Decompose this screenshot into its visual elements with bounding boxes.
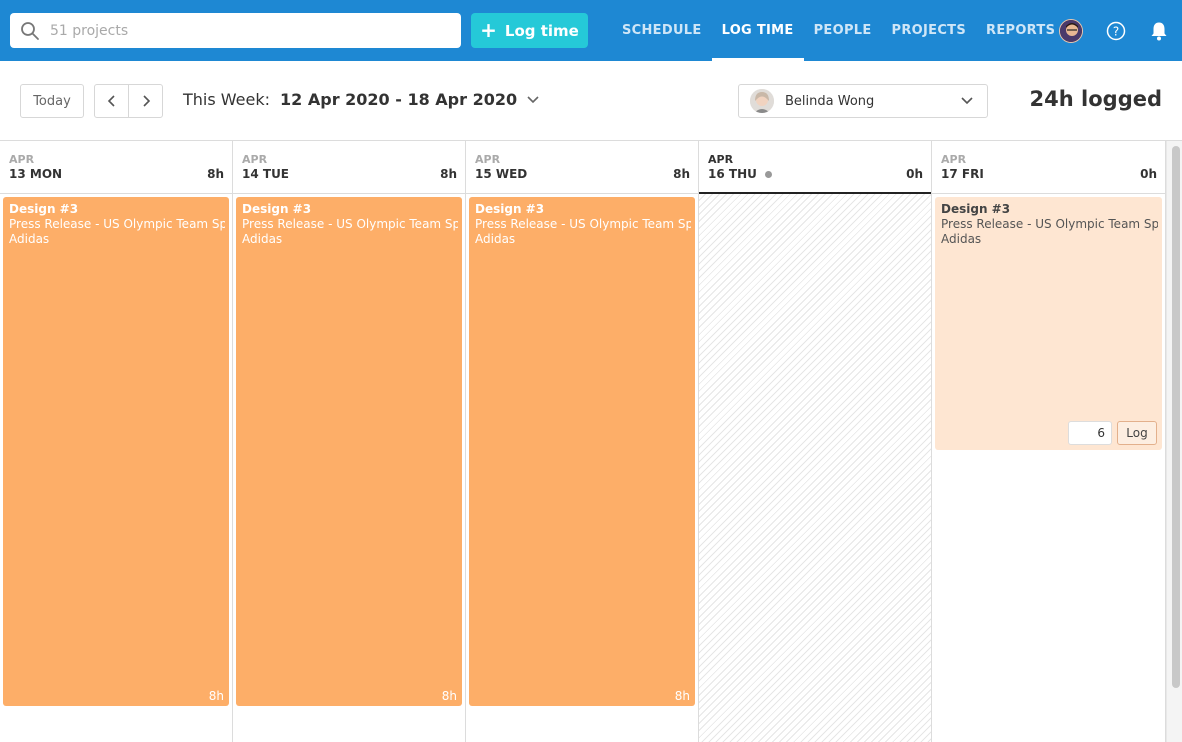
entry-client: Adidas bbox=[9, 232, 50, 246]
nav-projects[interactable]: PROJECTS bbox=[882, 0, 976, 61]
day-body: Design #3 Press Release - US Olympic Tea… bbox=[932, 194, 1165, 742]
scrollbar-thumb[interactable] bbox=[1172, 146, 1180, 688]
person-select[interactable]: Belinda Wong bbox=[738, 84, 988, 118]
day-label: 13 MON bbox=[9, 167, 63, 181]
avatar[interactable] bbox=[1059, 19, 1083, 43]
day-hours: 0h bbox=[906, 167, 923, 181]
scrollbar[interactable] bbox=[1166, 141, 1182, 742]
log-button[interactable]: Log bbox=[1117, 421, 1157, 445]
day-hours: 8h bbox=[440, 167, 457, 181]
day-label: 17 FRI bbox=[941, 167, 984, 181]
day-header: APR 17 FRI 0h bbox=[932, 141, 1165, 194]
today-button[interactable]: Today bbox=[20, 84, 84, 118]
project-search[interactable] bbox=[10, 13, 461, 48]
day-column-fri: APR 17 FRI 0h Design #3 Press Release - … bbox=[932, 141, 1166, 742]
day-body[interactable] bbox=[699, 194, 931, 742]
day-month: APR bbox=[941, 153, 967, 166]
entry-title: Design #3 bbox=[475, 202, 545, 216]
day-month: APR bbox=[9, 153, 35, 166]
time-entry[interactable]: Design #3 Press Release - US Olympic Tea… bbox=[469, 197, 695, 706]
day-label: 14 TUE bbox=[242, 167, 290, 181]
search-icon bbox=[21, 22, 39, 40]
time-entry[interactable]: Design #3 Press Release - US Olympic Tea… bbox=[3, 197, 229, 706]
day-header: APR 16 THU 0h bbox=[699, 141, 931, 194]
chevron-down-icon bbox=[961, 97, 973, 105]
time-entry[interactable]: Design #3 Press Release - US Olympic Tea… bbox=[236, 197, 462, 706]
entry-client: Adidas bbox=[941, 232, 982, 246]
day-label-wrapper: 16 THU bbox=[708, 167, 772, 181]
entry-project: Press Release - US Olympic Team Sponsors… bbox=[475, 217, 691, 231]
week-selector[interactable]: This Week: 12 Apr 2020 - 18 Apr 2020 bbox=[183, 90, 539, 109]
week-calendar: APR 13 MON 8h Design #3 Press Release - … bbox=[0, 140, 1182, 742]
nav-log-time[interactable]: LOG TIME bbox=[711, 0, 804, 61]
day-column-thu: APR 16 THU 0h bbox=[699, 141, 932, 742]
day-column-tue: APR 14 TUE 8h Design #3 Press Release - … bbox=[233, 141, 466, 742]
entry-client: Adidas bbox=[242, 232, 283, 246]
chevron-down-icon[interactable] bbox=[527, 95, 539, 104]
day-label: 15 WED bbox=[475, 167, 528, 181]
entry-project: Press Release - US Olympic Team Sponsors… bbox=[941, 217, 1158, 231]
day-header: APR 14 TUE 8h bbox=[233, 141, 465, 194]
main-nav: SCHEDULE LOG TIME PEOPLE PROJECTS REPORT… bbox=[612, 0, 1065, 61]
nav-people[interactable]: PEOPLE bbox=[804, 0, 882, 61]
top-navbar: + Log time SCHEDULE LOG TIME PEOPLE PROJ… bbox=[0, 0, 1182, 61]
entry-client: Adidas bbox=[475, 232, 516, 246]
chevron-left-icon bbox=[107, 95, 115, 107]
log-hours-input[interactable] bbox=[1068, 421, 1112, 445]
entry-title: Design #3 bbox=[242, 202, 312, 216]
week-navigation bbox=[94, 84, 163, 118]
time-entry-pending[interactable]: Design #3 Press Release - US Olympic Tea… bbox=[935, 197, 1162, 450]
entry-project: Press Release - US Olympic Team Sponsors… bbox=[9, 217, 225, 231]
week-range: 12 Apr 2020 - 18 Apr 2020 bbox=[280, 90, 518, 109]
day-header: APR 13 MON 8h bbox=[0, 141, 232, 194]
nav-schedule[interactable]: SCHEDULE bbox=[612, 0, 712, 61]
day-hours: 0h bbox=[1140, 167, 1157, 181]
previous-week-button[interactable] bbox=[95, 85, 128, 117]
nav-reports[interactable]: REPORTS bbox=[976, 0, 1065, 61]
day-body: Design #3 Press Release - US Olympic Tea… bbox=[0, 194, 232, 742]
entry-project: Press Release - US Olympic Team Sponsors… bbox=[242, 217, 458, 231]
entry-title: Design #3 bbox=[941, 202, 1011, 216]
day-label: 16 THU bbox=[708, 167, 757, 181]
day-month: APR bbox=[708, 153, 734, 166]
log-time-button[interactable]: + Log time bbox=[471, 13, 588, 48]
day-hours: 8h bbox=[207, 167, 224, 181]
day-body: Design #3 Press Release - US Olympic Tea… bbox=[466, 194, 698, 742]
person-avatar bbox=[750, 89, 774, 113]
day-body: Design #3 Press Release - US Olympic Tea… bbox=[233, 194, 465, 742]
logged-total: 24h logged bbox=[1029, 87, 1162, 111]
today-dot-icon bbox=[764, 170, 772, 178]
plus-icon: + bbox=[480, 17, 497, 42]
bell-icon[interactable] bbox=[1150, 21, 1168, 41]
svg-text:?: ? bbox=[1113, 25, 1119, 39]
entry-title: Design #3 bbox=[9, 202, 79, 216]
day-hours: 8h bbox=[673, 167, 690, 181]
chevron-right-icon bbox=[142, 95, 150, 107]
entry-hours: 8h bbox=[674, 689, 690, 703]
day-header: APR 15 WED 8h bbox=[466, 141, 698, 194]
day-month: APR bbox=[242, 153, 268, 166]
entry-hours: 8h bbox=[441, 689, 457, 703]
search-input[interactable] bbox=[50, 13, 450, 48]
next-week-button[interactable] bbox=[128, 85, 162, 117]
week-prefix: This Week: bbox=[183, 90, 271, 109]
day-month: APR bbox=[475, 153, 501, 166]
day-column-mon: APR 13 MON 8h Design #3 Press Release - … bbox=[0, 141, 233, 742]
log-time-button-label: Log time bbox=[504, 21, 579, 40]
person-name: Belinda Wong bbox=[785, 93, 875, 109]
help-icon[interactable]: ? bbox=[1106, 21, 1126, 41]
day-column-wed: APR 15 WED 8h Design #3 Press Release - … bbox=[466, 141, 699, 742]
entry-hours: 8h bbox=[208, 689, 224, 703]
